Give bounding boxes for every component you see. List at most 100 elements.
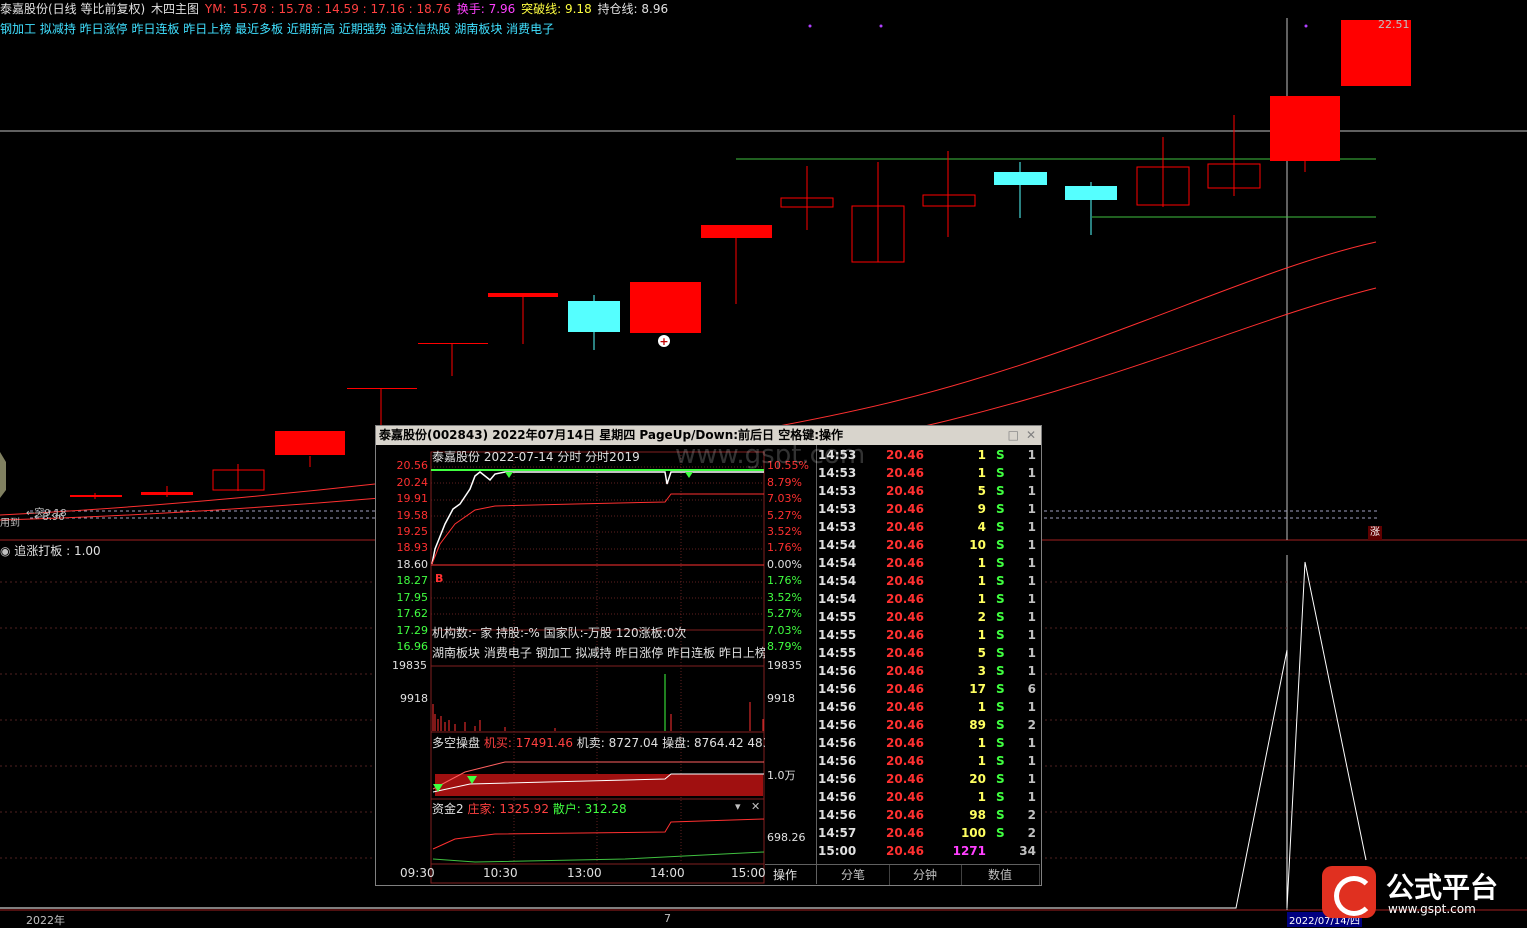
tick-count: 2 <box>1027 808 1036 822</box>
tick-row: 14:54 20.46 10 S 1 <box>818 536 1040 554</box>
tick-price: 20.46 <box>886 664 924 678</box>
tick-time: 14:53 <box>818 502 857 516</box>
avg-price-line <box>431 493 764 565</box>
tick-price: 20.46 <box>886 502 924 516</box>
tab-shuzhi[interactable]: 数值 <box>961 865 1040 885</box>
tick-side: S <box>996 664 1005 678</box>
tick-volume: 1 <box>977 556 986 570</box>
tick-row: 14:53 20.46 9 S 1 <box>818 500 1040 518</box>
svg-text:B: B <box>435 572 443 585</box>
tick-row: 14:55 20.46 2 S 1 <box>818 608 1040 626</box>
tick-row: 14:56 20.46 20 S 1 <box>818 770 1040 788</box>
tick-volume: 10 <box>969 538 986 552</box>
tick-side: S <box>996 592 1005 606</box>
left-scroll-icon <box>0 452 6 498</box>
tick-count: 1 <box>1027 700 1036 714</box>
date-label-2: 7 <box>664 912 671 925</box>
tick-side: S <box>996 574 1005 588</box>
tick-time: 14:56 <box>818 772 857 786</box>
tick-side: S <box>996 736 1005 750</box>
tick-price: 20.46 <box>886 844 924 858</box>
vol-mid-label: 9918 <box>400 692 428 705</box>
popup-tabs: 分笔 分钟 数值 <box>765 864 1040 885</box>
tick-side: S <box>996 682 1005 696</box>
tick-side: S <box>996 790 1005 804</box>
tick-row: 14:56 20.46 89 S 2 <box>818 716 1040 734</box>
sanhu-line <box>432 851 765 863</box>
tick-row: 14:54 20.46 1 S 1 <box>818 554 1040 572</box>
tick-price: 20.46 <box>886 682 924 696</box>
left-note: 用到 <box>0 518 20 529</box>
tick-row: 14:56 20.46 3 S 1 <box>818 662 1040 680</box>
tick-volume: 1 <box>977 574 986 588</box>
tick-count: 1 <box>1027 628 1036 642</box>
tick-row: 14:54 20.46 1 S 1 <box>818 590 1040 608</box>
tick-time: 14:56 <box>818 682 857 696</box>
zijin-value: 698.26 <box>767 831 806 844</box>
tick-row: 15:00 20.46 1271 34 <box>818 842 1040 860</box>
tick-volume: 1 <box>977 628 986 642</box>
tick-volume: 4 <box>977 520 986 534</box>
tick-row: 14:53 20.46 4 S 1 <box>818 518 1040 536</box>
vol-top-label: 19835 <box>392 659 427 672</box>
tick-volume: 2 <box>977 610 986 624</box>
tick-row: 14:56 20.46 1 S 1 <box>818 788 1040 806</box>
tick-count: 2 <box>1027 718 1036 732</box>
tick-side: S <box>996 808 1005 822</box>
tick-volume: 5 <box>977 484 986 498</box>
tick-price: 20.46 <box>886 538 924 552</box>
tick-volume: 5 <box>977 646 986 660</box>
tick-count: 34 <box>1019 844 1036 858</box>
tab-fenzhong[interactable]: 分钟 <box>889 865 962 885</box>
tick-count: 1 <box>1027 538 1036 552</box>
tick-row: 14:56 20.46 17 S 6 <box>818 680 1040 698</box>
tick-price: 20.46 <box>886 466 924 480</box>
tick-row: 14:53 20.46 5 S 1 <box>818 482 1040 500</box>
duokong-legend: 多空操盘 机买: 17491.46 机卖: 8727.04 操盘: 8764.4… <box>432 736 765 750</box>
lower-indicator-label[interactable]: ◉ 追涨打板 : 1.00 <box>0 542 101 559</box>
tick-time: 15:00 <box>818 844 857 858</box>
tick-count: 1 <box>1027 646 1036 660</box>
tick-time: 14:54 <box>818 556 857 570</box>
tick-side: S <box>996 772 1005 786</box>
vol-rmid-label: 9918 <box>767 692 795 705</box>
tick-volume: 1 <box>977 754 986 768</box>
info-line-2: 湖南板块 消费电子 钢加工 拟减持 昨日涨停 昨日连板 昨日上榜 <box>432 646 765 660</box>
gspt-logo: 公式平台 www.gspt.com <box>1320 862 1520 922</box>
tick-time: 14:54 <box>818 574 857 588</box>
tick-time: 14:55 <box>818 628 857 642</box>
close-pane-icon[interactable]: ✕ <box>751 800 760 813</box>
duokong-unit: 1.0万 <box>767 769 796 782</box>
tick-count: 1 <box>1027 610 1036 624</box>
tick-time: 14:56 <box>818 700 857 714</box>
tick-time: 14:56 <box>818 754 857 768</box>
intraday-title: 泰嘉股份 2022-07-14 分时 分时2019 <box>432 450 640 464</box>
tick-count: 6 <box>1027 682 1036 696</box>
intraday-chart[interactable]: B <box>375 444 817 884</box>
tick-price: 20.46 <box>886 646 924 660</box>
duokong-bars <box>435 774 763 796</box>
tick-side: S <box>996 556 1005 570</box>
tick-row: 14:56 20.46 1 S 1 <box>818 752 1040 770</box>
tick-price: 20.46 <box>886 826 924 840</box>
tick-volume: 98 <box>969 808 986 822</box>
tick-count: 1 <box>1027 664 1036 678</box>
tab-fenbi[interactable]: 分笔 <box>817 865 890 885</box>
tick-side: S <box>996 520 1005 534</box>
logo-icon <box>1322 866 1376 918</box>
close-icon[interactable]: ✕ <box>1026 426 1036 445</box>
dropdown-icon[interactable]: ▾ <box>735 800 741 813</box>
tick-count: 1 <box>1027 556 1036 570</box>
tick-count: 1 <box>1027 502 1036 516</box>
tick-volume: 17 <box>969 682 986 696</box>
zhang-badge: 涨 <box>1368 526 1382 540</box>
tick-time: 14:53 <box>818 520 857 534</box>
tick-time: 14:56 <box>818 790 857 804</box>
tick-row: 14:56 20.46 98 S 2 <box>818 806 1040 824</box>
maximize-icon[interactable]: □ <box>1008 426 1019 445</box>
tick-time: 14:54 <box>818 538 857 552</box>
tick-time: 14:57 <box>818 826 857 840</box>
tick-price: 20.46 <box>886 448 924 462</box>
volume-bars <box>432 674 764 731</box>
tick-side: S <box>996 466 1005 480</box>
